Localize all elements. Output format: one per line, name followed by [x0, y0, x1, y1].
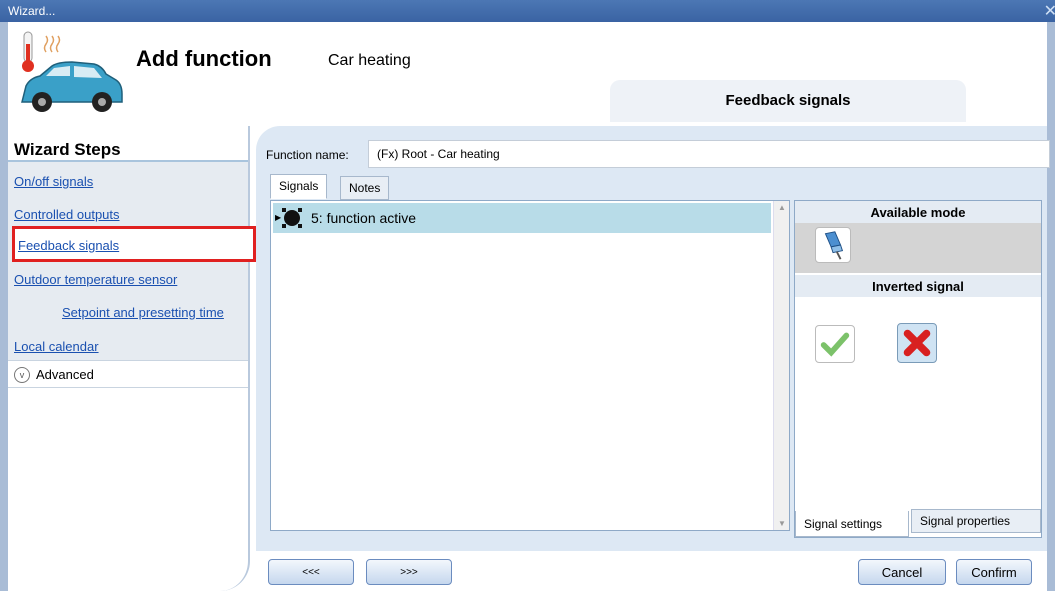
checkmark-icon — [820, 332, 850, 357]
function-name-input[interactable]: (Fx) Root - Car heating — [368, 140, 1050, 168]
chevron-down-icon[interactable]: v — [14, 367, 30, 383]
page-title: Add function — [136, 46, 272, 71]
wizard-steps-list: On/off signals Controlled outputs Feedba… — [8, 160, 256, 360]
signal-bulb-icon — [282, 208, 302, 228]
wizard-steps-title: Wizard Steps — [14, 140, 121, 159]
car-heating-icon — [21, 31, 123, 112]
mode-button[interactable] — [815, 227, 851, 263]
tab-signals[interactable]: Signals — [270, 174, 328, 199]
inverted-signal-title: Inverted signal — [795, 275, 1041, 297]
function-type: Car heating — [328, 52, 411, 69]
step-outdoor-temperature-sensor[interactable]: Outdoor temperature sensor — [14, 272, 177, 287]
step-feedback-signals[interactable]: Feedback signals — [18, 238, 119, 253]
step-setpoint-presetting-time[interactable]: Setpoint and presetting time — [62, 305, 224, 320]
step-local-calendar[interactable]: Local calendar — [14, 339, 99, 354]
signal-settings-panel: Available mode Inverted signal Signal se… — [794, 200, 1042, 538]
next-step-button[interactable]: >>> — [366, 559, 452, 585]
step-on-off-signals[interactable]: On/off signals — [14, 174, 93, 189]
signal-label: 5: function active — [311, 210, 417, 226]
signal-mode-icon — [824, 231, 844, 260]
advanced-expander[interactable]: v Advanced — [8, 360, 248, 388]
scroll-down-icon[interactable]: ▼ — [778, 519, 786, 528]
available-mode-area — [795, 223, 1041, 273]
tab-notes[interactable]: Notes — [340, 176, 390, 200]
available-mode-title: Available mode — [795, 201, 1041, 223]
previous-step-button[interactable]: <<< — [268, 559, 354, 585]
step-controlled-outputs[interactable]: Controlled outputs — [14, 207, 120, 222]
signal-row[interactable]: ▶ 5: function active — [273, 203, 771, 233]
scroll-up-icon[interactable]: ▲ — [778, 203, 786, 212]
cancel-button[interactable]: Cancel — [858, 559, 946, 585]
inverted-no-button[interactable] — [897, 323, 937, 363]
title-bar: Wizard... ✕ — [0, 0, 1055, 22]
inverted-yes-button[interactable] — [815, 325, 855, 363]
main-panel: Function name: (Fx) Root - Car heating S… — [256, 126, 1050, 551]
tab-signal-settings[interactable]: Signal settings — [795, 511, 909, 537]
window-title: Wizard... — [8, 4, 56, 18]
signals-list: ▶ 5: function active ▲ ▼ — [270, 200, 790, 531]
current-step-tab: Feedback signals — [610, 80, 966, 122]
close-icon — [903, 329, 931, 357]
signals-scrollbar[interactable]: ▲ ▼ — [773, 201, 789, 530]
confirm-button[interactable]: Confirm — [956, 559, 1032, 585]
tab-signal-properties[interactable]: Signal properties — [911, 509, 1041, 533]
advanced-label: Advanced — [36, 367, 94, 382]
close-icon[interactable]: ✕ — [1044, 1, 1055, 21]
function-name-label: Function name: — [266, 148, 349, 162]
wizard-steps-sidebar: Wizard Steps On/off signals Controlled o… — [8, 126, 256, 591]
